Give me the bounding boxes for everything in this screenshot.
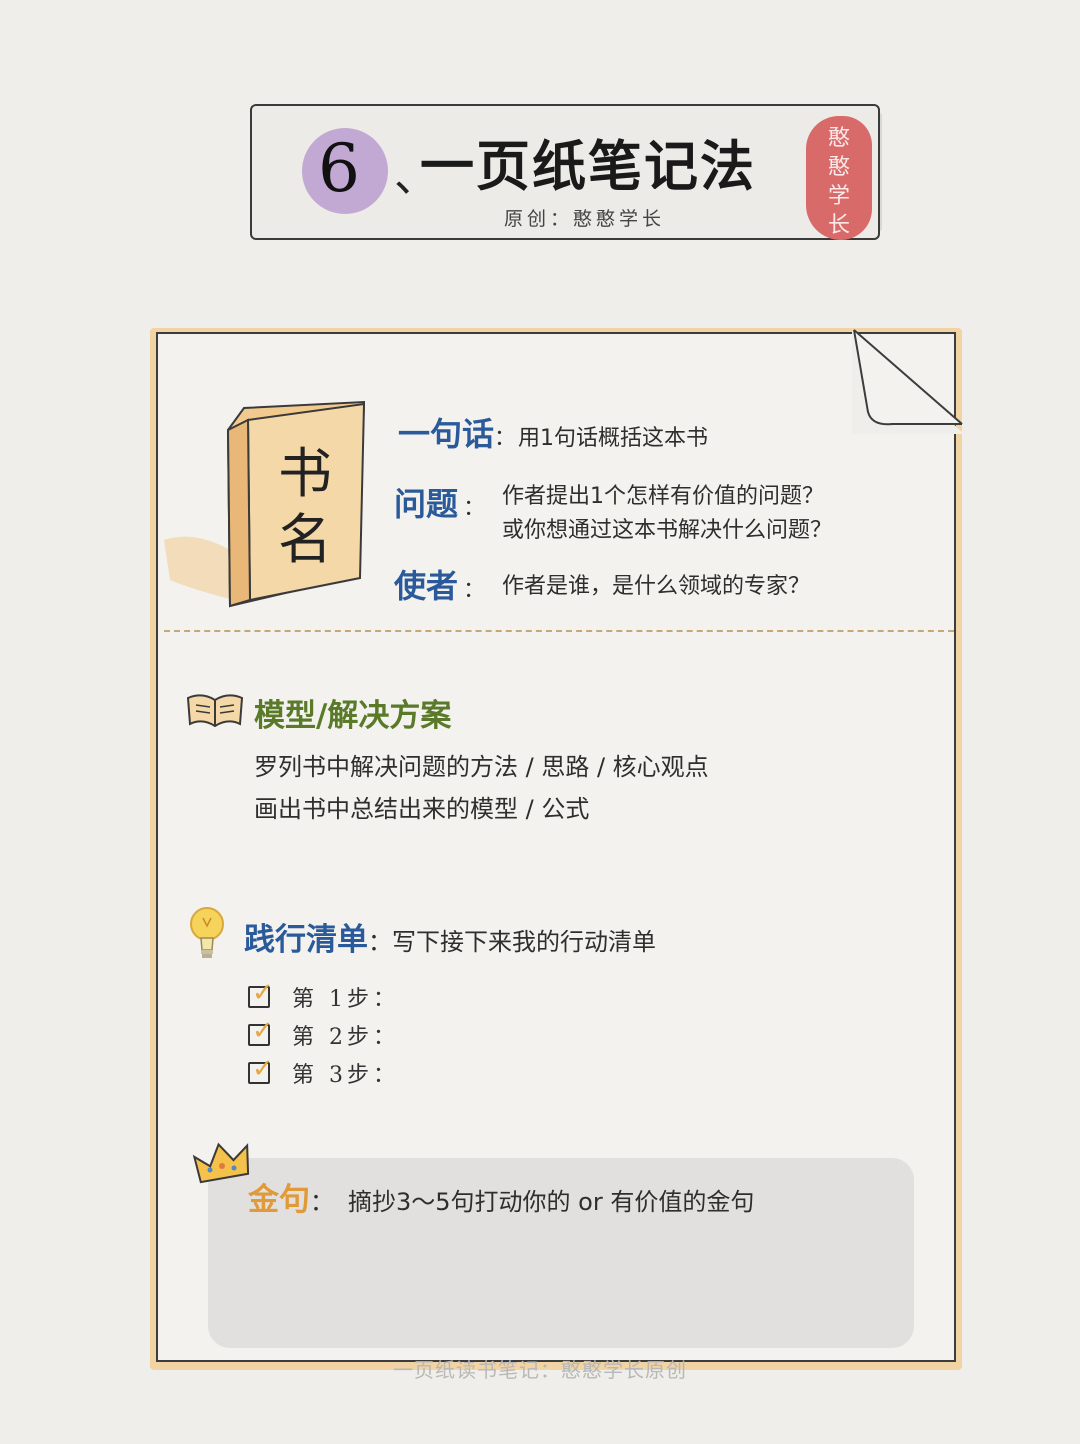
model-text: 罗列书中解决问题的方法 / 思路 / 核心观点 画出书中总结出来的模型 / 公式: [254, 746, 709, 830]
list-item: ✓ 第 2步：: [248, 1016, 399, 1054]
model-line: 画出书中总结出来的模型 / 公式: [254, 795, 590, 823]
label-colon: ：: [494, 426, 517, 451]
question-row: 问题 ：: [394, 484, 485, 526]
model-line: 罗列书中解决问题的方法 / 思路 / 核心观点: [254, 753, 709, 781]
checkbox-icon[interactable]: ✓: [248, 978, 274, 1008]
practice-text: 写下接下来我的行动清单: [392, 928, 656, 956]
quotes-label: 金句: [248, 1182, 310, 1218]
book-title-char: 书: [278, 442, 332, 505]
section-divider: [164, 630, 954, 632]
one-sentence-row: 一句话 ： 用1句话概括这本书: [398, 414, 708, 456]
quotes-row: 金句 ： 摘抄3～5句打动你的 or 有价值的金句: [248, 1174, 754, 1219]
page-title: 一页纸笔记法: [420, 135, 756, 198]
seal-char: 憨: [827, 155, 850, 180]
one-sentence-text: 用1句话概括这本书: [518, 426, 709, 451]
one-sentence-label: 一句话: [398, 415, 495, 453]
question-text: 作者提出1个怎样有价值的问题？ 或你想通过这本书解决什么问题？: [502, 480, 922, 548]
crown-icon: [192, 1142, 250, 1184]
question-line: 或你想通过这本书解决什么问题？: [502, 518, 833, 543]
page-fold-icon: [852, 329, 963, 434]
open-book-icon: [186, 694, 244, 728]
step-label: 第 1步：: [292, 987, 399, 1012]
footer-watermark: 一页纸读书笔记：憨憨学长原创: [393, 1358, 687, 1382]
lightbulb-icon: [190, 907, 224, 958]
model-label: 模型/解决方案: [254, 698, 452, 734]
messenger-text: 作者是谁，是什么领域的专家？: [502, 574, 811, 599]
label-colon: ：: [463, 496, 486, 521]
question-label: 问题: [394, 485, 459, 523]
quotes-text: 摘抄3～5句打动你的 or 有价值的金句: [348, 1188, 755, 1216]
section-number: 6: [318, 130, 360, 207]
question-line: 作者提出1个怎样有价值的问题？: [502, 484, 824, 509]
seal-text: 憨 憨 学 长: [822, 124, 856, 240]
label-colon: ：: [463, 578, 486, 603]
messenger-label: 使者: [394, 567, 459, 605]
list-item: ✓ 第 1步：: [248, 978, 399, 1016]
messenger-row: 使者 ：: [394, 566, 485, 608]
list-item: ✓ 第 3步：: [248, 1054, 399, 1092]
book-icon: 书 名: [164, 400, 366, 608]
book-title-char: 名: [278, 508, 332, 571]
practice-label: 践行清单: [244, 922, 368, 958]
step-label: 第 3步：: [292, 1063, 399, 1088]
seal-char: 学: [827, 184, 850, 209]
step-label: 第 2步：: [292, 1025, 399, 1050]
page-subtitle: 原创：憨憨学长: [504, 208, 666, 230]
practice-row: 践行清单 ： 写下接下来我的行动清单: [244, 914, 656, 959]
label-colon: ：: [368, 928, 392, 956]
checkbox-icon[interactable]: ✓: [248, 1016, 274, 1046]
step-list: ✓ 第 1步： ✓ 第 2步： ✓ 第 3步：: [248, 978, 399, 1092]
seal-char: 憨: [827, 126, 850, 151]
label-colon: ：: [310, 1188, 334, 1216]
checkbox-icon[interactable]: ✓: [248, 1054, 274, 1084]
seal-char: 长: [827, 213, 850, 238]
